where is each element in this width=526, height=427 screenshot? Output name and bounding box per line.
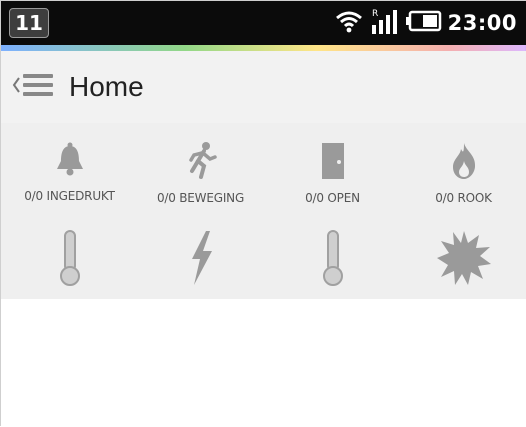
status-bar: 11 R 23:00: [1, 1, 526, 45]
wifi-icon: [334, 9, 364, 37]
sensor-grid: 0/0 INGEDRUKT 0/0 BEWEGING 0/0 OPEN 0/0 …: [1, 123, 526, 338]
tile-rook[interactable]: 0/0 ROOK: [398, 141, 526, 205]
action-bar: Home: [1, 51, 526, 123]
door-icon: [318, 141, 348, 185]
back-chevron-icon: [11, 75, 21, 99]
thermometer-icon: [321, 229, 345, 291]
tile-temperature-1[interactable]: [4, 229, 135, 291]
thermometer-icon: [58, 229, 82, 291]
tile-label: 0/0 BEWEGING: [156, 191, 245, 205]
tile-open[interactable]: 0/0 OPEN: [267, 141, 398, 205]
clock-time: 23:00: [447, 11, 517, 35]
tile-light[interactable]: [398, 229, 526, 291]
signal-icon: R: [370, 7, 400, 39]
tile-label: 0/0 OPEN: [305, 191, 360, 205]
tile-label: 0/0 INGEDRUKT: [24, 189, 115, 203]
menu-icon: [21, 71, 55, 103]
tile-beweging[interactable]: 0/0 BEWEGING: [135, 141, 266, 205]
running-person-icon: [182, 141, 220, 185]
phone-screen: 11 R 23:00 Home 0/0 INGEDRUKT 0/0 BEWEGI…: [0, 0, 526, 427]
battery-icon: [405, 9, 442, 37]
lightning-icon: [186, 229, 216, 291]
notification-badge[interactable]: 11: [9, 8, 49, 38]
tile-label: 0/0 ROOK: [435, 191, 492, 205]
up-navigation-button[interactable]: [11, 71, 55, 103]
tile-temperature-2[interactable]: [267, 229, 398, 291]
tile-ingedrukt[interactable]: 0/0 INGEDRUKT: [4, 141, 135, 203]
tile-energy[interactable]: [135, 229, 266, 291]
empty-content-area: [1, 299, 526, 427]
page-title: Home: [69, 71, 144, 102]
sun-icon: [435, 229, 493, 291]
flame-icon: [447, 141, 481, 185]
bell-icon: [53, 141, 87, 183]
svg-text:R: R: [372, 9, 378, 19]
status-icons: R 23:00: [334, 1, 517, 45]
